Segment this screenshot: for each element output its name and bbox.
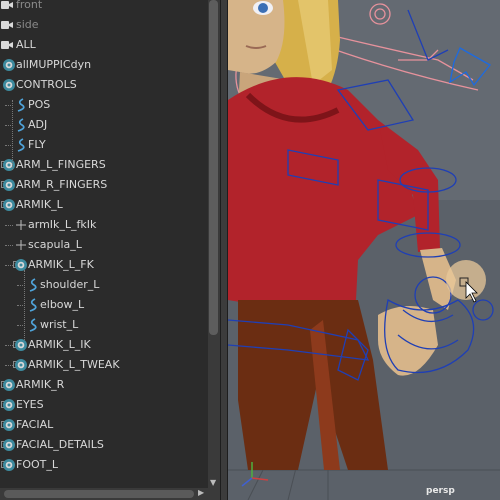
outliner-item-label: ARMIK_L_TWEAK — [28, 358, 120, 371]
outliner-item[interactable]: elbow_L — [0, 295, 208, 315]
group-icon — [2, 58, 16, 72]
outliner-item[interactable]: +ARMIK_L_TWEAK — [0, 355, 208, 375]
scroll-down-arrow-icon[interactable]: ▼ — [210, 478, 216, 487]
locator-icon — [14, 238, 28, 252]
outliner-item-label: ARMIK_L_IK — [28, 338, 91, 351]
outliner-item-label: ARMIK_R — [16, 378, 65, 391]
outliner-item[interactable]: +FACIAL — [0, 415, 208, 435]
camera-label: persp — [426, 486, 455, 496]
group-icon — [14, 258, 28, 272]
tree-connector — [5, 225, 13, 226]
outliner-item[interactable]: FLY — [0, 135, 208, 155]
curve-icon — [14, 138, 28, 152]
scrollbar-thumb[interactable] — [209, 0, 218, 335]
camera-icon — [0, 38, 14, 52]
panel-divider[interactable] — [220, 0, 228, 500]
outliner-item-label: front — [16, 0, 43, 11]
group-icon — [2, 458, 16, 472]
tree-guide — [24, 270, 25, 340]
outliner-item[interactable]: ALL — [0, 35, 208, 55]
outliner-item-label: armIk_L_fkIk — [28, 218, 97, 231]
outliner-item-label: FLY — [28, 138, 46, 151]
outliner-item-label: FOOT_L — [16, 458, 58, 471]
outliner-item[interactable]: shoulder_L — [0, 275, 208, 295]
outliner-item-label: ADJ — [28, 118, 48, 131]
outliner-item-label: elbow_L — [40, 298, 85, 311]
curve-icon — [26, 298, 40, 312]
tree-connector — [5, 265, 13, 266]
outliner-item[interactable]: side — [0, 15, 208, 35]
group-icon — [14, 338, 28, 352]
outliner-item-label: EYES — [16, 398, 44, 411]
outliner-item[interactable]: −ARMIK_L_FK — [0, 255, 208, 275]
group-icon — [2, 438, 16, 452]
outliner-item-label: ARM_R_FINGERS — [16, 178, 108, 191]
group-icon — [2, 158, 16, 172]
group-icon — [14, 358, 28, 372]
outliner-item-label: shoulder_L — [40, 278, 100, 291]
outliner-item[interactable]: −ARMIK_L — [0, 195, 208, 215]
outliner-panel: front side ALL allMUPPICdyn CONTROLS POS ADJ FL… — [0, 0, 220, 500]
tree-connector — [5, 245, 13, 246]
group-icon — [2, 418, 16, 432]
tree-connector — [5, 345, 13, 346]
outliner-item[interactable]: +EYES — [0, 395, 208, 415]
outliner-item[interactable]: +ARMIK_R — [0, 375, 208, 395]
group-icon — [2, 198, 16, 212]
viewport-scene — [228, 0, 500, 500]
outliner-item[interactable]: wrist_L — [0, 315, 208, 335]
horizontal-scrollbar-thumb[interactable] — [4, 490, 194, 498]
scroll-right-arrow-icon[interactable]: ▶ — [198, 488, 204, 497]
outliner-item[interactable]: allMUPPICdyn — [0, 55, 208, 75]
outliner-item-label: FACIAL_DETAILS — [16, 438, 104, 451]
outliner-item-label: CONTROLS — [16, 78, 77, 91]
curve-icon — [26, 318, 40, 332]
outliner-item[interactable]: front — [0, 0, 208, 15]
curve-icon — [14, 98, 28, 112]
outliner-item-label: ALL — [16, 38, 36, 51]
locator-icon — [14, 218, 28, 232]
group-icon — [2, 378, 16, 392]
outliner-item[interactable]: +FOOT_L — [0, 455, 208, 475]
outliner-item[interactable]: +FACIAL_DETAILS — [0, 435, 208, 455]
tree-connector — [5, 365, 13, 366]
outliner-item[interactable]: ADJ — [0, 115, 208, 135]
outliner-item-label: ARMIK_L — [16, 198, 63, 211]
outliner-item-label: scapula_L — [28, 238, 82, 251]
outliner-item[interactable]: armIk_L_fkIk — [0, 215, 208, 235]
outliner-item-label: FACIAL — [16, 418, 54, 431]
outliner-item[interactable]: +ARMIK_L_IK — [0, 335, 208, 355]
outliner-item[interactable]: +ARM_R_FINGERS — [0, 175, 208, 195]
curve-icon — [14, 118, 28, 132]
outliner-item-label: side — [16, 18, 39, 31]
outliner-item[interactable]: +ARM_L_FINGERS — [0, 155, 208, 175]
perspective-viewport[interactable]: persp — [228, 0, 500, 500]
camera-icon — [0, 0, 14, 12]
outliner-item-label: allMUPPICdyn — [16, 58, 92, 71]
tree-guide — [12, 100, 13, 170]
outliner-item-label: wrist_L — [40, 318, 79, 331]
outliner-item-label: POS — [28, 98, 51, 111]
group-icon — [2, 78, 16, 92]
group-icon — [2, 398, 16, 412]
group-icon — [2, 178, 16, 192]
camera-icon — [0, 18, 14, 32]
outliner-item[interactable]: POS — [0, 95, 208, 115]
outliner-item[interactable]: scapula_L — [0, 235, 208, 255]
curve-icon — [26, 278, 40, 292]
outliner-item-label: ARMIK_L_FK — [28, 258, 94, 271]
outliner-item-label: ARM_L_FINGERS — [16, 158, 106, 171]
outliner-item[interactable]: CONTROLS — [0, 75, 208, 95]
